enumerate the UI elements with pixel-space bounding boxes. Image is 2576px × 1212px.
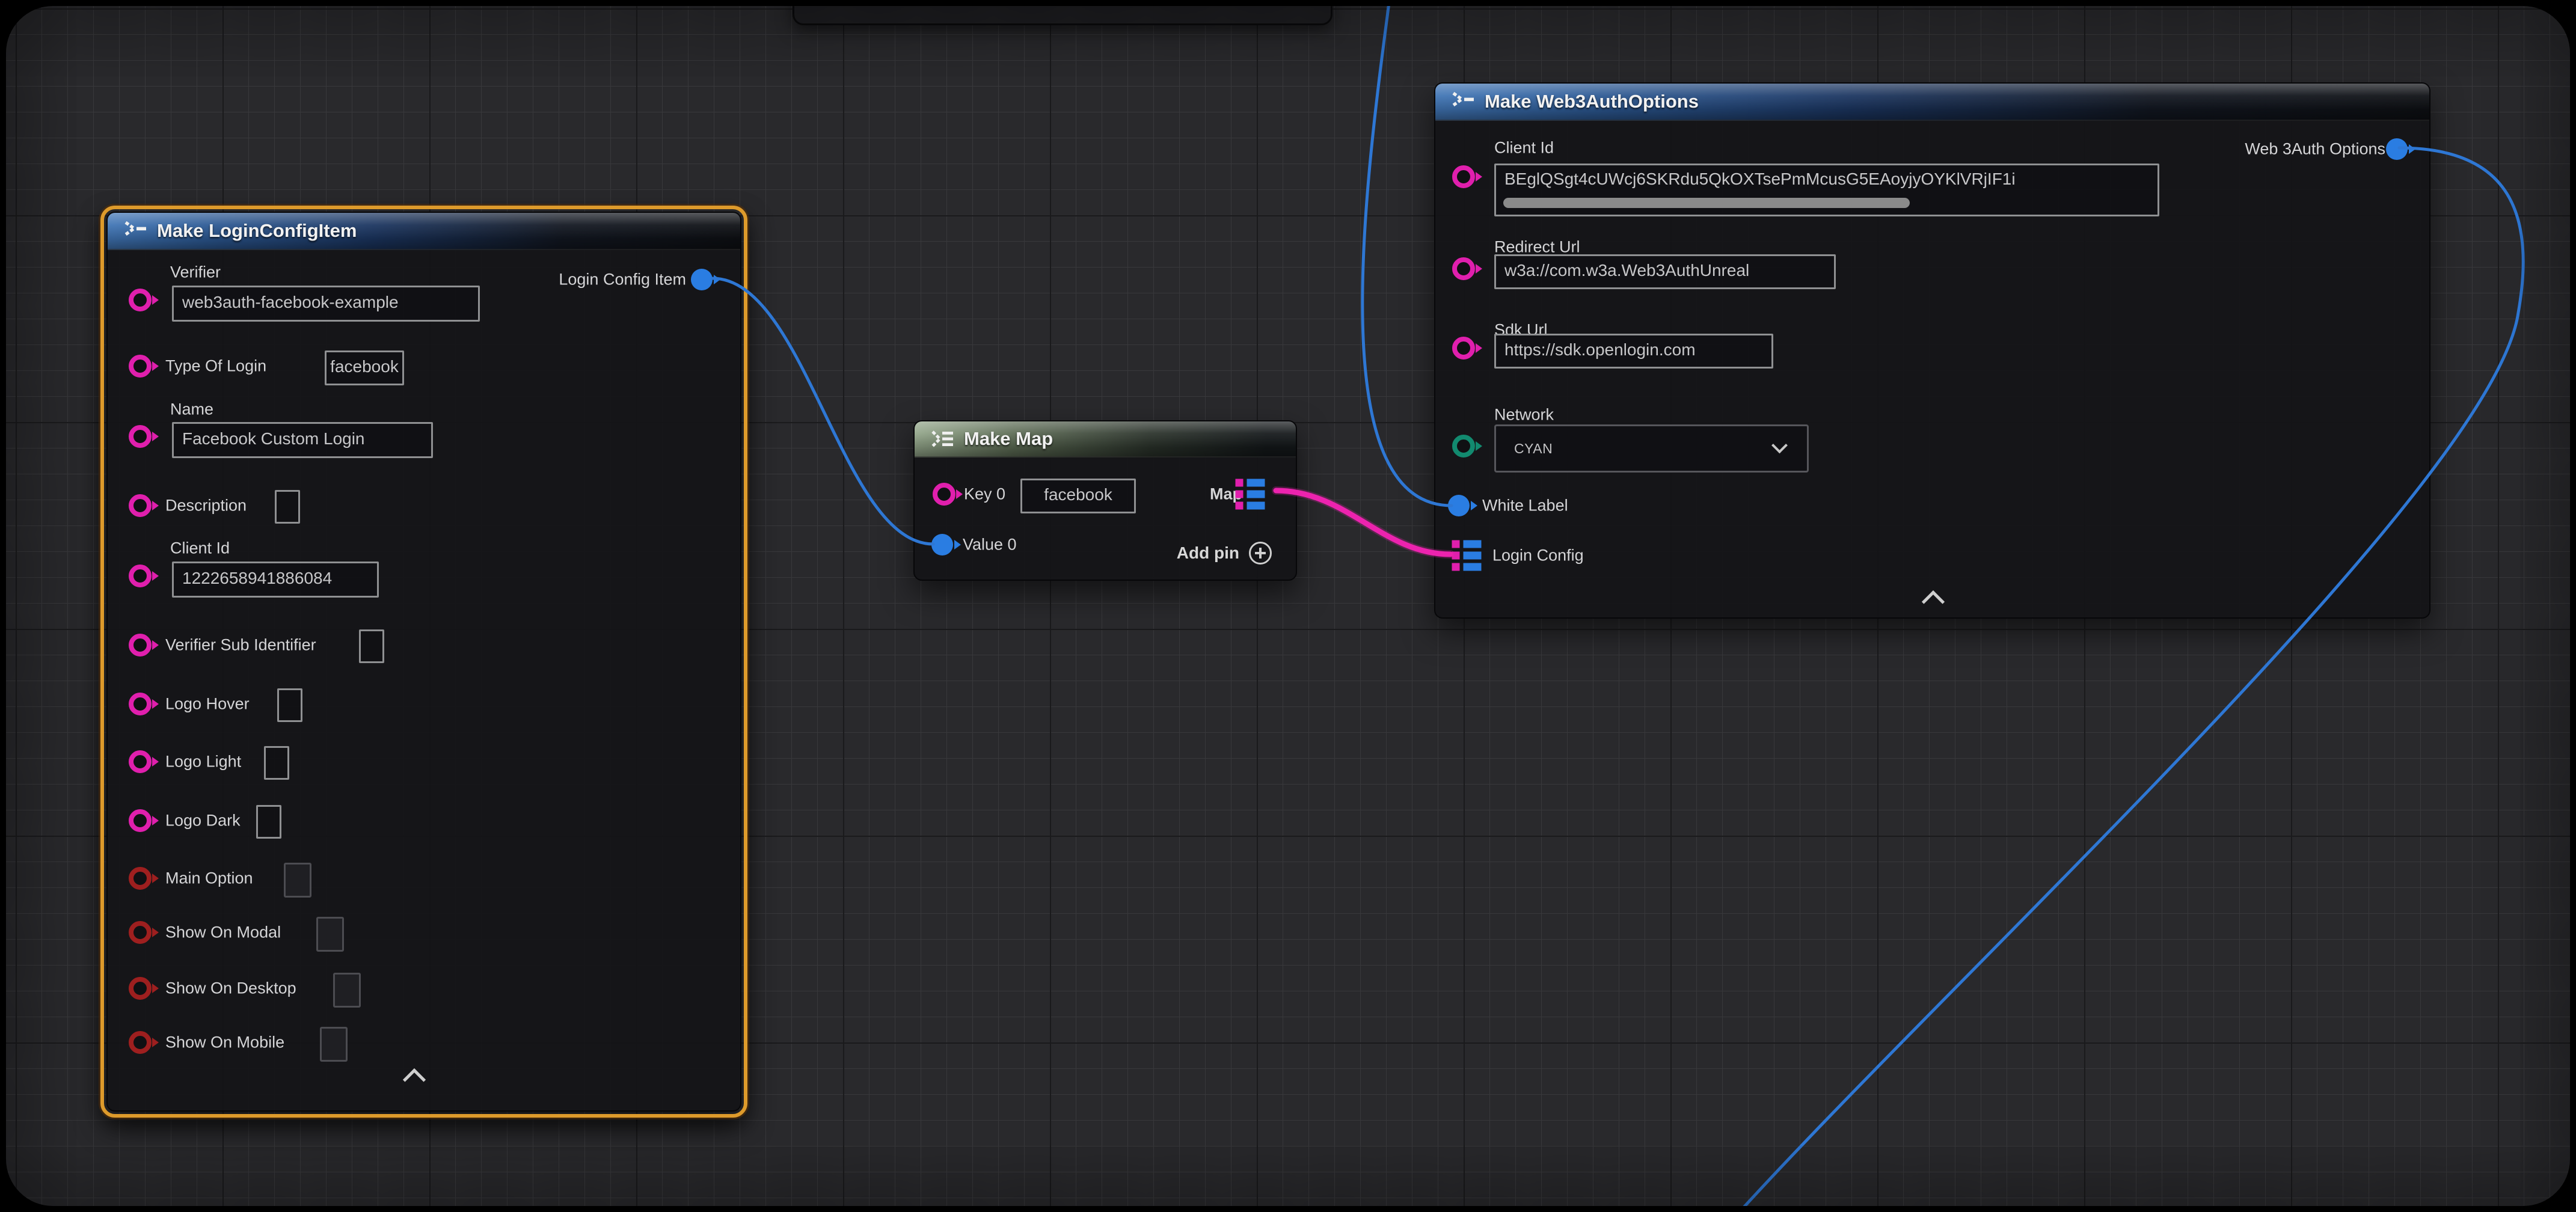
pin-label-logo-hover: Logo Hover (165, 695, 250, 714)
wire-map-to-login-config-glow (1276, 491, 1450, 554)
add-pin-button[interactable]: Add pin (1177, 542, 1272, 565)
input-pin-verifier-sub-identifier[interactable] (129, 634, 152, 656)
input-pin-client-id[interactable] (1452, 165, 1475, 188)
node-make-web3authoptions[interactable]: Make Web3AuthOptions Web 3Auth Options C… (1434, 82, 2430, 619)
pin-label-web3auth-options: Web 3Auth Options (2245, 140, 2385, 159)
node-make-loginconfigitem[interactable]: Make LoginConfigItem Login Config Item V… (106, 212, 741, 1112)
input-pin-name[interactable] (129, 425, 152, 448)
input-pin-sdk-url[interactable] (1452, 337, 1475, 360)
description-field[interactable] (275, 490, 300, 524)
input-pin-verifier[interactable] (129, 289, 152, 311)
pin-label-type-of-login: Type Of Login (165, 357, 266, 376)
input-pin-main-option[interactable] (129, 867, 152, 890)
make-map-icon (929, 427, 955, 451)
name-field[interactable]: Facebook Custom Login (172, 422, 433, 458)
pin-label-show-on-modal: Show On Modal (165, 923, 281, 942)
pin-label-show-on-desktop: Show On Desktop (165, 979, 296, 998)
logo-light-field[interactable] (264, 746, 289, 780)
logo-dark-field[interactable] (256, 805, 281, 839)
input-pin-network[interactable] (1452, 435, 1475, 458)
input-pin-description[interactable] (129, 494, 152, 517)
key-0-field[interactable]: facebook (1020, 479, 1136, 513)
collapse-node-chevron-icon[interactable] (403, 1068, 426, 1091)
pin-label-redirect-url: Redirect Url (1494, 238, 1580, 257)
input-pin-logo-hover[interactable] (129, 693, 152, 715)
node-header[interactable]: Make Web3AuthOptions (1435, 84, 2429, 121)
network-selected-value: CYAN (1496, 441, 1774, 457)
pin-label-verifier: Verifier (170, 263, 221, 282)
pin-label-show-on-mobile: Show On Mobile (165, 1033, 284, 1052)
node-header[interactable]: Make Map (915, 421, 1296, 458)
wire-map-to-login-config (1276, 491, 1450, 554)
input-pin-client-id[interactable] (129, 565, 152, 587)
graph-canvas[interactable]: Make LoginConfigItem Login Config Item V… (0, 0, 2576, 1212)
pin-label-white-label: White Label (1482, 497, 1568, 515)
input-pin-type-of-login[interactable] (129, 355, 152, 378)
pin-label-client-id: Client Id (1494, 139, 1554, 158)
verifier-field[interactable]: web3auth-facebook-example (172, 286, 480, 322)
node-title: Make Map (964, 428, 1053, 450)
pin-label-name: Name (170, 400, 213, 419)
input-pin-key-0[interactable] (933, 483, 955, 506)
output-pin-web3auth-options[interactable] (2386, 138, 2408, 160)
redirect-url-field[interactable]: w3a://com.w3a.Web3AuthUnreal (1494, 254, 1836, 289)
collapse-node-chevron-icon[interactable] (1922, 590, 1945, 613)
pin-label-client-id: Client Id (170, 539, 230, 558)
input-pin-redirect-url[interactable] (1452, 257, 1475, 280)
pin-label-main-option: Main Option (165, 869, 253, 888)
pin-label-description: Description (165, 497, 247, 515)
pin-label-value-0: Value 0 (963, 536, 1017, 554)
pin-label-logo-dark: Logo Dark (165, 812, 241, 830)
add-pin-plus-icon (1249, 542, 1272, 565)
node-title: Make Web3AuthOptions (1485, 91, 1699, 112)
input-pin-logo-dark[interactable] (129, 809, 152, 832)
pin-label-network: Network (1494, 406, 1554, 424)
input-pin-value-0[interactable] (931, 534, 953, 556)
chevron-down-icon (1771, 437, 1788, 453)
client-id-field[interactable]: 1222658941886084 (172, 562, 379, 598)
show-on-mobile-checkbox[interactable] (320, 1027, 348, 1062)
pin-label-login-config: Login Config (1492, 546, 1584, 565)
node-header[interactable]: Make LoginConfigItem (108, 213, 740, 250)
input-pin-show-on-modal[interactable] (129, 921, 152, 944)
input-pin-show-on-desktop[interactable] (129, 977, 152, 1000)
pin-label-key-0: Key 0 (964, 485, 1005, 504)
pin-label-login-config-item: Login Config Item (559, 271, 686, 289)
make-struct-icon (1450, 90, 1476, 114)
output-pin-map[interactable] (1236, 479, 1265, 510)
verifier-sub-identifier-field[interactable] (359, 629, 384, 663)
client-id-field[interactable]: BEglQSgt4cUWcj6SKRdu5QkOXTsePmMcusG5EAoy… (1494, 164, 2159, 216)
sdk-url-field[interactable]: https://sdk.openlogin.com (1494, 334, 1773, 369)
input-pin-login-config[interactable] (1452, 540, 1482, 571)
node-title: Make LoginConfigItem (157, 220, 357, 242)
input-pin-logo-light[interactable] (129, 750, 152, 773)
input-pin-white-label[interactable] (1448, 495, 1470, 516)
input-pin-show-on-mobile[interactable] (129, 1031, 152, 1054)
offscreen-node-fragment[interactable] (793, 0, 1332, 25)
main-option-checkbox[interactable] (284, 863, 311, 898)
network-dropdown[interactable]: CYAN (1494, 424, 1809, 473)
type-of-login-field[interactable]: facebook (325, 350, 404, 385)
pin-label-verifier-sub-identifier: Verifier Sub Identifier (165, 636, 316, 655)
show-on-modal-checkbox[interactable] (316, 917, 344, 952)
add-pin-label: Add pin (1177, 543, 1239, 563)
node-make-map[interactable]: Make Map Key 0 facebook Map Value 0 Add … (913, 420, 1297, 581)
logo-hover-field[interactable] (277, 688, 302, 722)
output-pin-login-config-item[interactable] (691, 269, 713, 290)
pin-label-logo-light: Logo Light (165, 753, 241, 771)
show-on-desktop-checkbox[interactable] (333, 973, 361, 1008)
wire-loginconfigitem-to-value0 (713, 278, 933, 544)
make-struct-icon (122, 219, 149, 243)
client-id-scrollbar[interactable] (1503, 198, 1910, 208)
